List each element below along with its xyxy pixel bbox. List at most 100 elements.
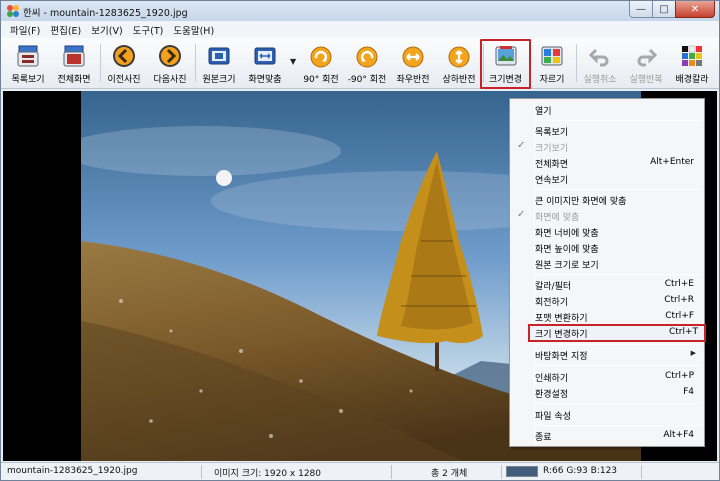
next-photo-label: 다음사진 bbox=[153, 75, 187, 85]
fit-screen-button[interactable]: 화면맞춤 bbox=[243, 41, 287, 87]
ctx-color-filter[interactable]: 칼라/필터 Ctrl+E bbox=[512, 277, 702, 293]
rotate-minus-90-label: -90° 회전 bbox=[347, 75, 387, 85]
ctx-settings-label: 환경설정 bbox=[535, 390, 569, 400]
original-size-button[interactable]: 원본크기 bbox=[197, 41, 241, 87]
ctx-slideshow[interactable]: 연속보기 bbox=[512, 171, 702, 187]
status-count: 총 2 개체 bbox=[431, 469, 468, 479]
background-color-label: 배경칼라 bbox=[675, 75, 709, 85]
check-icon: ✓ bbox=[517, 209, 526, 220]
rotate-90-button[interactable]: 90° 회전 bbox=[299, 41, 343, 87]
ctx-convert-format-label: 포맷 변환하기 bbox=[535, 314, 588, 324]
ctx-fit-large-only-label: 큰 이미지만 화면에 맞춤 bbox=[535, 197, 627, 207]
ctx-size-view[interactable]: ✓ 크기보기 bbox=[512, 139, 702, 155]
ctx-exit-shortcut: Alt+F4 bbox=[663, 430, 694, 440]
ctx-size-view-label: 크기보기 bbox=[535, 144, 569, 154]
close-icon: ✕ bbox=[690, 3, 700, 15]
list-view-button[interactable]: 목록보기 bbox=[6, 41, 50, 87]
ctx-fit-width-label: 화면 너비에 맞춤 bbox=[535, 229, 599, 239]
status-rgb: R:66 G:93 B:123 bbox=[543, 466, 618, 476]
ctx-fullscreen[interactable]: 전체화면 Alt+Enter bbox=[512, 155, 702, 171]
fullscreen-label: 전체화면 bbox=[57, 75, 91, 85]
context-menu: 열기 목록보기 ✓ 크기보기 전체화면 Alt+Enter 연속보기 큰 이미지… bbox=[509, 98, 706, 447]
next-photo-button[interactable]: 다음사진 bbox=[148, 41, 192, 87]
ctx-print-label: 인쇄하기 bbox=[535, 374, 569, 384]
menu-separator bbox=[537, 120, 701, 121]
flip-horizontal-label: 좌우반전 bbox=[396, 75, 430, 85]
menu-separator bbox=[537, 365, 701, 366]
ctx-set-wallpaper[interactable]: 바탕화면 지정 ▶ bbox=[512, 347, 702, 363]
flip-horizontal-button[interactable]: 좌우반전 bbox=[391, 41, 435, 87]
menu-help[interactable]: 도움말(H) bbox=[168, 23, 219, 37]
ctx-fullscreen-shortcut: Alt+Enter bbox=[650, 157, 694, 167]
ctx-list-view-label: 목록보기 bbox=[535, 128, 569, 138]
ctx-slideshow-label: 연속보기 bbox=[535, 176, 569, 186]
menu-tools[interactable]: 도구(T) bbox=[128, 23, 169, 37]
status-divider bbox=[501, 465, 502, 479]
toolbar-separator bbox=[100, 44, 101, 82]
undo-label: 실행취소 bbox=[583, 75, 617, 85]
check-icon: ✓ bbox=[517, 140, 526, 151]
maximize-icon: □ bbox=[659, 3, 669, 15]
menu-view[interactable]: 보기(V) bbox=[86, 23, 127, 37]
flip-vertical-label: 상하반전 bbox=[442, 75, 476, 85]
flip-vertical-button[interactable]: 상하반전 bbox=[437, 41, 481, 87]
ctx-fit-screen-label: 화면에 맞춤 bbox=[535, 213, 580, 223]
ctx-open[interactable]: 열기 bbox=[512, 102, 702, 118]
ctx-open-label: 열기 bbox=[535, 107, 552, 117]
rotate-minus-90-button[interactable]: -90° 회전 bbox=[345, 41, 389, 87]
ctx-set-wallpaper-label: 바탕화면 지정 bbox=[535, 352, 588, 362]
menu-file[interactable]: 파일(F) bbox=[5, 23, 45, 37]
previous-icon bbox=[113, 45, 135, 67]
original-size-label: 원본크기 bbox=[202, 75, 236, 85]
rotate-ccw-icon bbox=[356, 46, 378, 68]
ctx-settings[interactable]: 환경설정 F4 bbox=[512, 385, 702, 401]
menu-separator bbox=[537, 425, 701, 426]
resize-icon bbox=[495, 46, 516, 66]
menu-separator bbox=[537, 274, 701, 275]
list-view-icon bbox=[17, 45, 39, 67]
ctx-rotate-shortcut: Ctrl+R bbox=[664, 295, 694, 305]
ctx-fit-height[interactable]: 화면 높이에 맞춤 bbox=[512, 240, 702, 256]
status-color-swatch bbox=[506, 466, 538, 477]
ctx-file-properties-label: 파일 속성 bbox=[535, 412, 571, 422]
ctx-print[interactable]: 인쇄하기 Ctrl+P bbox=[512, 369, 702, 385]
redo-button[interactable]: 실행반복 bbox=[624, 41, 668, 87]
status-divider bbox=[391, 465, 392, 479]
background-color-icon bbox=[682, 45, 702, 66]
ctx-resize[interactable]: 크기 변경하기 Ctrl+T bbox=[528, 324, 706, 342]
title-bar[interactable]: 한씨 - mountain-1283625_1920.jpg — □ ✕ bbox=[1, 1, 719, 21]
ctx-fit-width[interactable]: 화면 너비에 맞춤 bbox=[512, 224, 702, 240]
list-view-label: 목록보기 bbox=[11, 75, 45, 85]
fit-screen-dropdown-icon[interactable]: ▼ bbox=[290, 57, 296, 66]
ctx-fit-large-only[interactable]: 큰 이미지만 화면에 맞춤 bbox=[512, 192, 702, 208]
ctx-convert-format[interactable]: 포맷 변환하기 Ctrl+F bbox=[512, 309, 702, 325]
previous-photo-label: 이전사진 bbox=[107, 75, 141, 85]
close-button[interactable]: ✕ bbox=[675, 1, 715, 18]
menu-edit[interactable]: 편집(E) bbox=[45, 23, 86, 37]
resize-label: 크기변경 bbox=[488, 75, 523, 85]
status-divider bbox=[201, 465, 202, 479]
ctx-rotate[interactable]: 회전하기 Ctrl+R bbox=[512, 293, 702, 309]
background-color-button[interactable]: 배경칼라 bbox=[670, 41, 714, 87]
undo-icon bbox=[588, 48, 609, 67]
toolbar-separator bbox=[195, 44, 196, 82]
crop-button[interactable]: 자르기 bbox=[532, 41, 572, 87]
ctx-fit-screen[interactable]: ✓ 화면에 맞춤 bbox=[512, 208, 702, 224]
undo-button[interactable]: 실행취소 bbox=[578, 41, 622, 87]
resize-button[interactable]: 크기변경 bbox=[480, 39, 531, 89]
status-image-size: 이미지 크기: 1920 x 1280 bbox=[214, 469, 322, 479]
menu-separator bbox=[537, 344, 701, 345]
toolbar-separator bbox=[576, 44, 577, 82]
previous-photo-button[interactable]: 이전사진 bbox=[102, 41, 146, 87]
ctx-file-properties[interactable]: 파일 속성 bbox=[512, 407, 702, 423]
ctx-list-view[interactable]: 목록보기 bbox=[512, 123, 702, 139]
minimize-button[interactable]: — bbox=[629, 1, 653, 18]
status-filename: mountain-1283625_1920.jpg bbox=[7, 466, 138, 476]
rotate-90-label: 90° 회전 bbox=[303, 75, 339, 85]
ctx-fit-height-label: 화면 높이에 맞춤 bbox=[535, 245, 599, 255]
fullscreen-button[interactable]: 전체화면 bbox=[52, 41, 96, 87]
ctx-original-size[interactable]: 원본 크기로 보기 bbox=[512, 256, 702, 272]
ctx-exit[interactable]: 종료 Alt+F4 bbox=[512, 428, 702, 444]
menu-bar: 파일(F) 편집(E) 보기(V) 도구(T) 도움말(H) bbox=[1, 21, 719, 38]
maximize-button[interactable]: □ bbox=[652, 1, 676, 18]
